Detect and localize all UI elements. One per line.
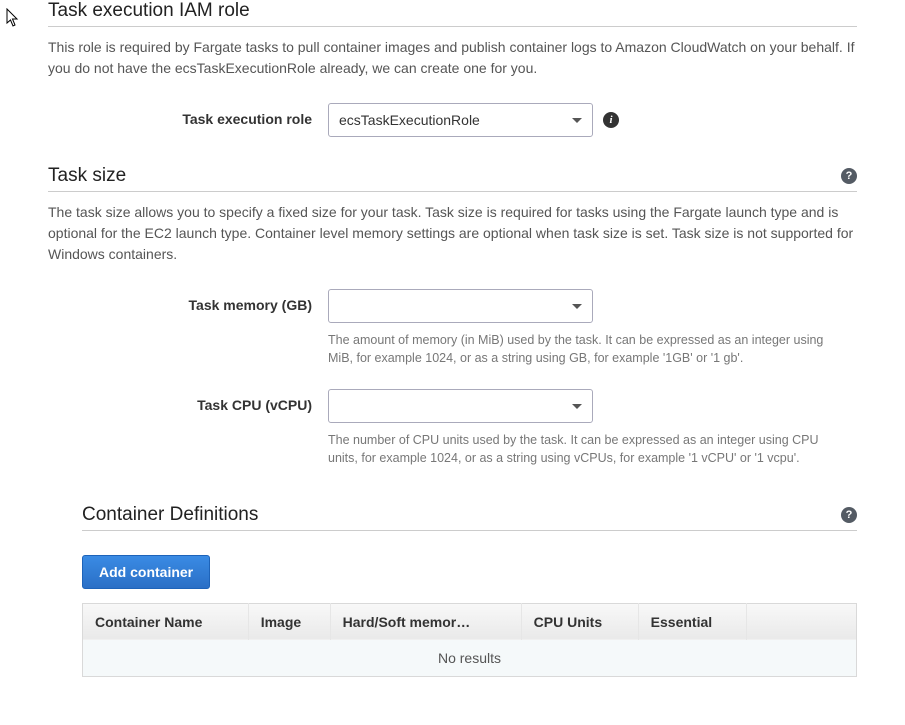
help-icon[interactable]: ?: [841, 507, 857, 523]
task-cpu-label: Task CPU (vCPU): [48, 389, 328, 413]
task-cpu-select[interactable]: [328, 389, 593, 423]
table-row: No results: [83, 640, 857, 677]
col-actions: [747, 603, 857, 640]
task-memory-row: Task memory (GB) The amount of memory (i…: [48, 289, 857, 367]
col-cpu-units[interactable]: CPU Units: [521, 603, 638, 640]
col-essential[interactable]: Essential: [638, 603, 746, 640]
iam-role-header: Task execution IAM role: [48, 0, 857, 27]
chevron-down-icon: [572, 304, 582, 309]
chevron-down-icon: [572, 118, 582, 123]
mouse-cursor-icon: [6, 8, 22, 28]
task-memory-label: Task memory (GB): [48, 289, 328, 313]
task-execution-role-row: Task execution role ecsTaskExecutionRole…: [48, 103, 857, 137]
info-icon[interactable]: i: [603, 112, 619, 128]
task-size-header: Task size ?: [48, 165, 857, 192]
task-size-section: Task size ? The task size allows you to …: [48, 165, 857, 677]
task-execution-role-label: Task execution role: [48, 103, 328, 127]
task-cpu-hint: The number of CPU units used by the task…: [328, 431, 848, 467]
no-results-cell: No results: [83, 640, 857, 677]
containers-table: Container Name Image Hard/Soft memor… CP…: [82, 603, 857, 677]
task-memory-hint: The amount of memory (in MiB) used by th…: [328, 331, 848, 367]
col-container-name[interactable]: Container Name: [83, 603, 249, 640]
container-definitions-section: Container Definitions ? Add container Co…: [82, 504, 857, 677]
chevron-down-icon: [572, 404, 582, 409]
container-definitions-header: Container Definitions ?: [82, 504, 857, 531]
iam-role-title: Task execution IAM role: [48, 0, 250, 22]
iam-role-section: Task execution IAM role This role is req…: [48, 0, 857, 137]
container-definitions-title: Container Definitions: [82, 504, 258, 526]
task-memory-select[interactable]: [328, 289, 593, 323]
task-cpu-row: Task CPU (vCPU) The number of CPU units …: [48, 389, 857, 467]
col-memory[interactable]: Hard/Soft memor…: [330, 603, 521, 640]
task-execution-role-value: ecsTaskExecutionRole: [339, 112, 480, 128]
task-execution-role-select[interactable]: ecsTaskExecutionRole: [328, 103, 593, 137]
help-icon[interactable]: ?: [841, 168, 857, 184]
task-size-description: The task size allows you to specify a fi…: [48, 202, 857, 265]
col-image[interactable]: Image: [248, 603, 330, 640]
table-header-row: Container Name Image Hard/Soft memor… CP…: [83, 603, 857, 640]
iam-role-description: This role is required by Fargate tasks t…: [48, 37, 857, 79]
task-size-title: Task size: [48, 165, 126, 187]
add-container-button[interactable]: Add container: [82, 555, 210, 589]
